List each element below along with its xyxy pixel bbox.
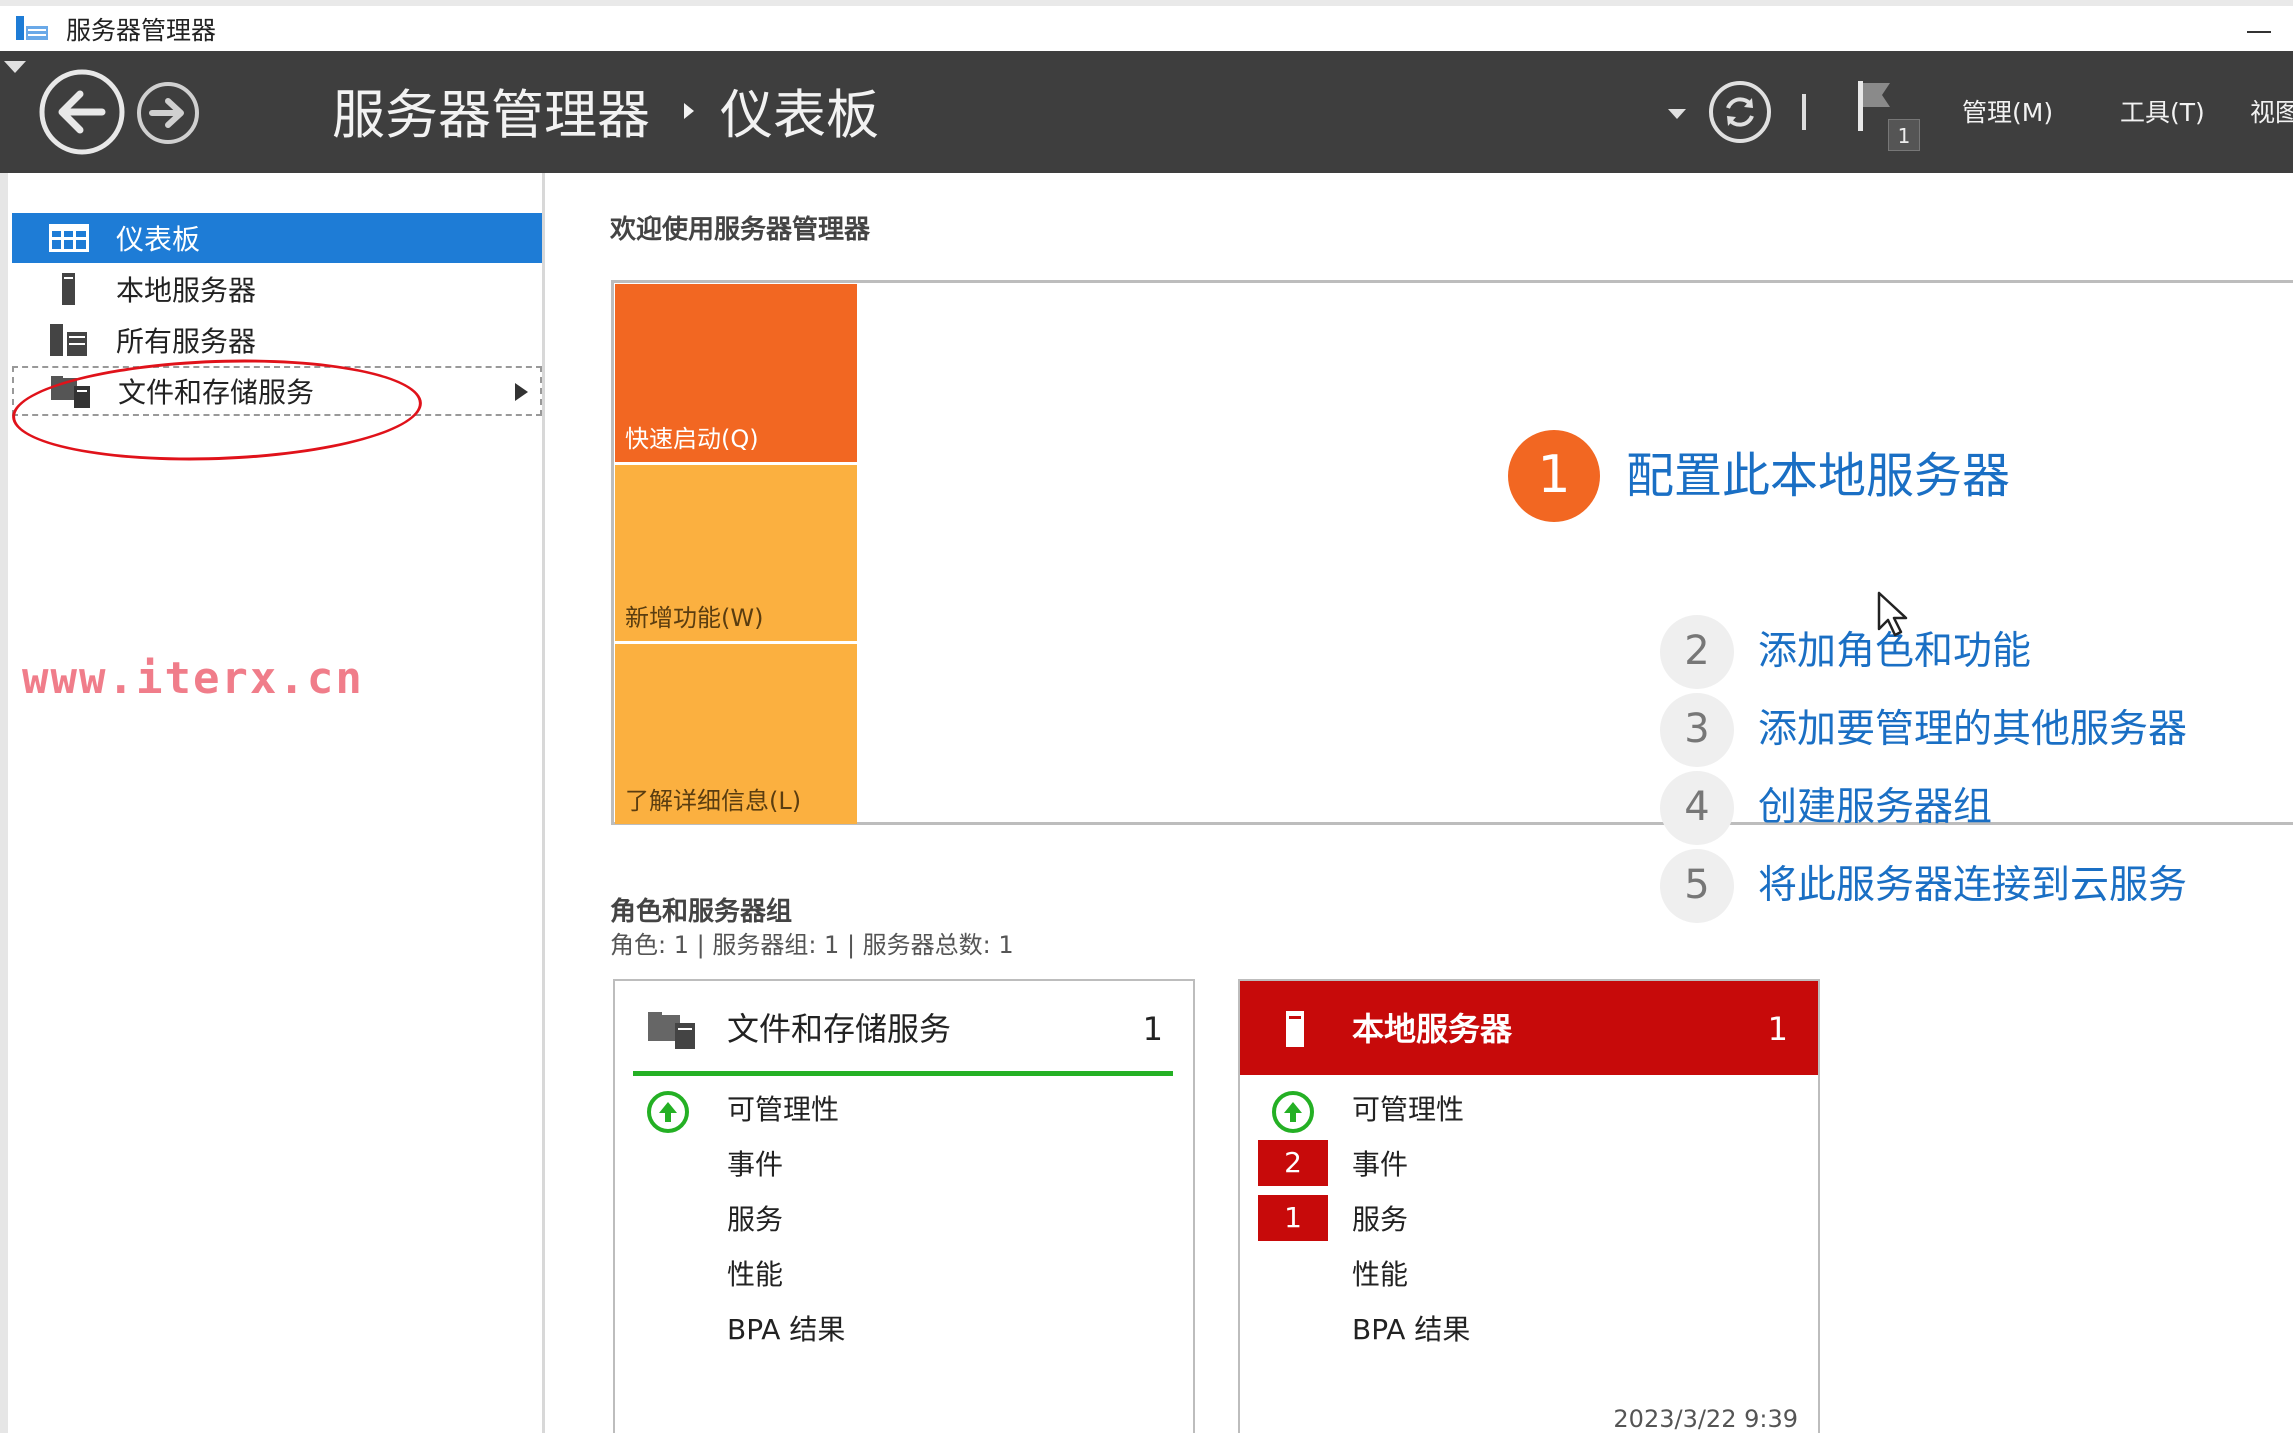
refresh-dropdown-icon[interactable] — [1664, 101, 1690, 127]
card-row-performance[interactable]: 性能 — [615, 1250, 1193, 1300]
mouse-cursor-icon — [1877, 591, 1908, 637]
card-row-events[interactable]: 2 事件 — [1240, 1140, 1818, 1190]
events-alert-badge: 2 — [1258, 1140, 1328, 1186]
card-row-services[interactable]: 1 服务 — [1240, 1195, 1818, 1245]
sidebar-item-label: 文件和存储服务 — [118, 376, 315, 409]
file-storage-icon — [648, 1012, 695, 1049]
card-header[interactable]: 文件和存储服务 1 — [615, 981, 1193, 1075]
create-server-group-link[interactable]: 创建服务器组 — [1758, 771, 1992, 845]
sidebar-item-file-storage[interactable]: 文件和存储服务 — [12, 366, 542, 416]
row-label: 事件 — [727, 1148, 784, 1181]
card-header[interactable]: 本地服务器 1 — [1240, 981, 1818, 1075]
tile-label: 快速启动(Q) — [625, 425, 759, 453]
card-count: 1 — [1767, 1010, 1788, 1048]
card-title: 本地服务器 — [1352, 1010, 1513, 1048]
row-label: 服务 — [727, 1203, 784, 1236]
card-row-manageability[interactable]: 可管理性 — [1240, 1085, 1818, 1135]
card-title: 文件和存储服务 — [727, 1010, 952, 1048]
sidebar-item-local-server[interactable]: 本地服务器 — [12, 264, 542, 314]
forward-button[interactable] — [132, 79, 204, 147]
notification-count-badge: 1 — [1888, 119, 1920, 151]
server-icon — [1286, 1011, 1304, 1047]
servers-icon — [50, 324, 87, 356]
server-manager-app-icon — [16, 16, 48, 40]
card-timestamp: 2023/3/22 9:39 — [1613, 1405, 1798, 1433]
menu-tools[interactable]: 工具(T) — [2120, 95, 2205, 131]
row-label: 可管理性 — [1352, 1093, 1465, 1126]
refresh-icon[interactable] — [1706, 78, 1774, 146]
breadcrumb-current: 仪表板 — [720, 85, 879, 146]
sidebar-item-dashboard[interactable]: 仪表板 — [12, 213, 542, 263]
step-number-5: 5 — [1660, 849, 1734, 923]
card-row-performance[interactable]: 性能 — [1240, 1250, 1818, 1300]
row-label: BPA 结果 — [727, 1313, 846, 1346]
roles-summary: 角色: 1 | 服务器组: 1 | 服务器总数: 1 — [610, 931, 1014, 959]
breadcrumb-separator-icon — [684, 103, 694, 119]
row-label: 可管理性 — [727, 1093, 840, 1126]
server-manager-window: { "window": { "title": "服务器管理器" }, "head… — [0, 0, 2293, 1433]
sidebar-item-label: 仪表板 — [116, 223, 201, 256]
header-divider — [1802, 94, 1806, 130]
tile-label: 了解详细信息(L) — [625, 787, 802, 815]
window-title: 服务器管理器 — [66, 16, 217, 45]
back-button[interactable] — [36, 66, 128, 158]
header-bar: 服务器管理器 仪表板 1 管理(M) 工具(T) 视图 — [0, 51, 2293, 173]
welcome-heading: 欢迎使用服务器管理器 — [610, 215, 871, 245]
menu-manage[interactable]: 管理(M) — [1962, 95, 2053, 131]
card-row-events[interactable]: 事件 — [615, 1140, 1193, 1190]
dashboard-icon — [49, 224, 89, 252]
step-number-1: 1 — [1508, 430, 1600, 522]
card-count: 1 — [1142, 1010, 1163, 1048]
breadcrumb-root[interactable]: 服务器管理器 — [332, 73, 650, 149]
file-storage-icon — [51, 376, 90, 408]
row-label: 性能 — [1352, 1258, 1409, 1291]
dashboard-main: 欢迎使用服务器管理器 快速启动(Q) 新增功能(W) 了解详细信息(L) 1 配… — [545, 173, 2293, 1433]
expand-arrow-icon[interactable] — [515, 383, 528, 401]
connect-cloud-link[interactable]: 将此服务器连接到云服务 — [1758, 849, 2187, 923]
history-dropdown-icon[interactable] — [0, 51, 30, 81]
row-label: 事件 — [1352, 1148, 1409, 1181]
configure-local-server-link[interactable]: 配置此本地服务器 — [1626, 431, 2010, 521]
tile-quickstart[interactable]: 快速启动(Q) — [615, 284, 857, 462]
sidebar: 仪表板 本地服务器 所有服务器 文件和存储服务 — [0, 173, 545, 1433]
card-row-bpa[interactable]: BPA 结果 — [615, 1305, 1193, 1355]
sidebar-item-label: 本地服务器 — [116, 274, 257, 307]
add-servers-link[interactable]: 添加要管理的其他服务器 — [1758, 693, 2187, 767]
step-number-4: 4 — [1660, 771, 1734, 845]
tile-learn-more[interactable]: 了解详细信息(L) — [615, 644, 857, 824]
row-label: 服务 — [1352, 1203, 1409, 1236]
step-number-3: 3 — [1660, 693, 1734, 767]
status-up-icon — [647, 1091, 689, 1133]
step-number-2: 2 — [1660, 615, 1734, 689]
watermark: www.iterx.cn — [22, 653, 364, 704]
tile-label: 新增功能(W) — [625, 604, 764, 632]
tile-whats-new[interactable]: 新增功能(W) — [615, 465, 857, 641]
row-label: 性能 — [727, 1258, 784, 1291]
row-label: BPA 结果 — [1352, 1313, 1471, 1346]
card-row-bpa[interactable]: BPA 结果 — [1240, 1305, 1818, 1355]
roles-heading: 角色和服务器组 — [610, 897, 793, 927]
server-icon — [62, 273, 75, 305]
sidebar-item-all-servers[interactable]: 所有服务器 — [12, 315, 542, 365]
title-bar: 服务器管理器 — [0, 0, 2293, 51]
sidebar-item-label: 所有服务器 — [116, 325, 257, 358]
notifications-button[interactable]: 1 — [1852, 79, 1928, 155]
menu-view[interactable]: 视图 — [2250, 95, 2293, 131]
card-row-manageability[interactable]: 可管理性 — [615, 1085, 1193, 1135]
services-alert-badge: 1 — [1258, 1195, 1328, 1241]
breadcrumb: 服务器管理器 仪表板 — [332, 75, 879, 147]
card-file-storage[interactable]: 文件和存储服务 1 可管理性 事件 服务 性能 BPA 结果 — [613, 979, 1195, 1433]
card-local-server[interactable]: 本地服务器 1 可管理性 2 事件 1 服务 性能 BPA 结果 2023/3/… — [1238, 979, 1820, 1433]
card-row-services[interactable]: 服务 — [615, 1195, 1193, 1245]
welcome-panel: 快速启动(Q) 新增功能(W) 了解详细信息(L) 1 配置此本地服务器 2 添… — [611, 280, 2293, 923]
status-up-icon — [1272, 1091, 1314, 1133]
minimize-button[interactable] — [2242, 12, 2282, 46]
status-ok-bar — [633, 1071, 1173, 1076]
